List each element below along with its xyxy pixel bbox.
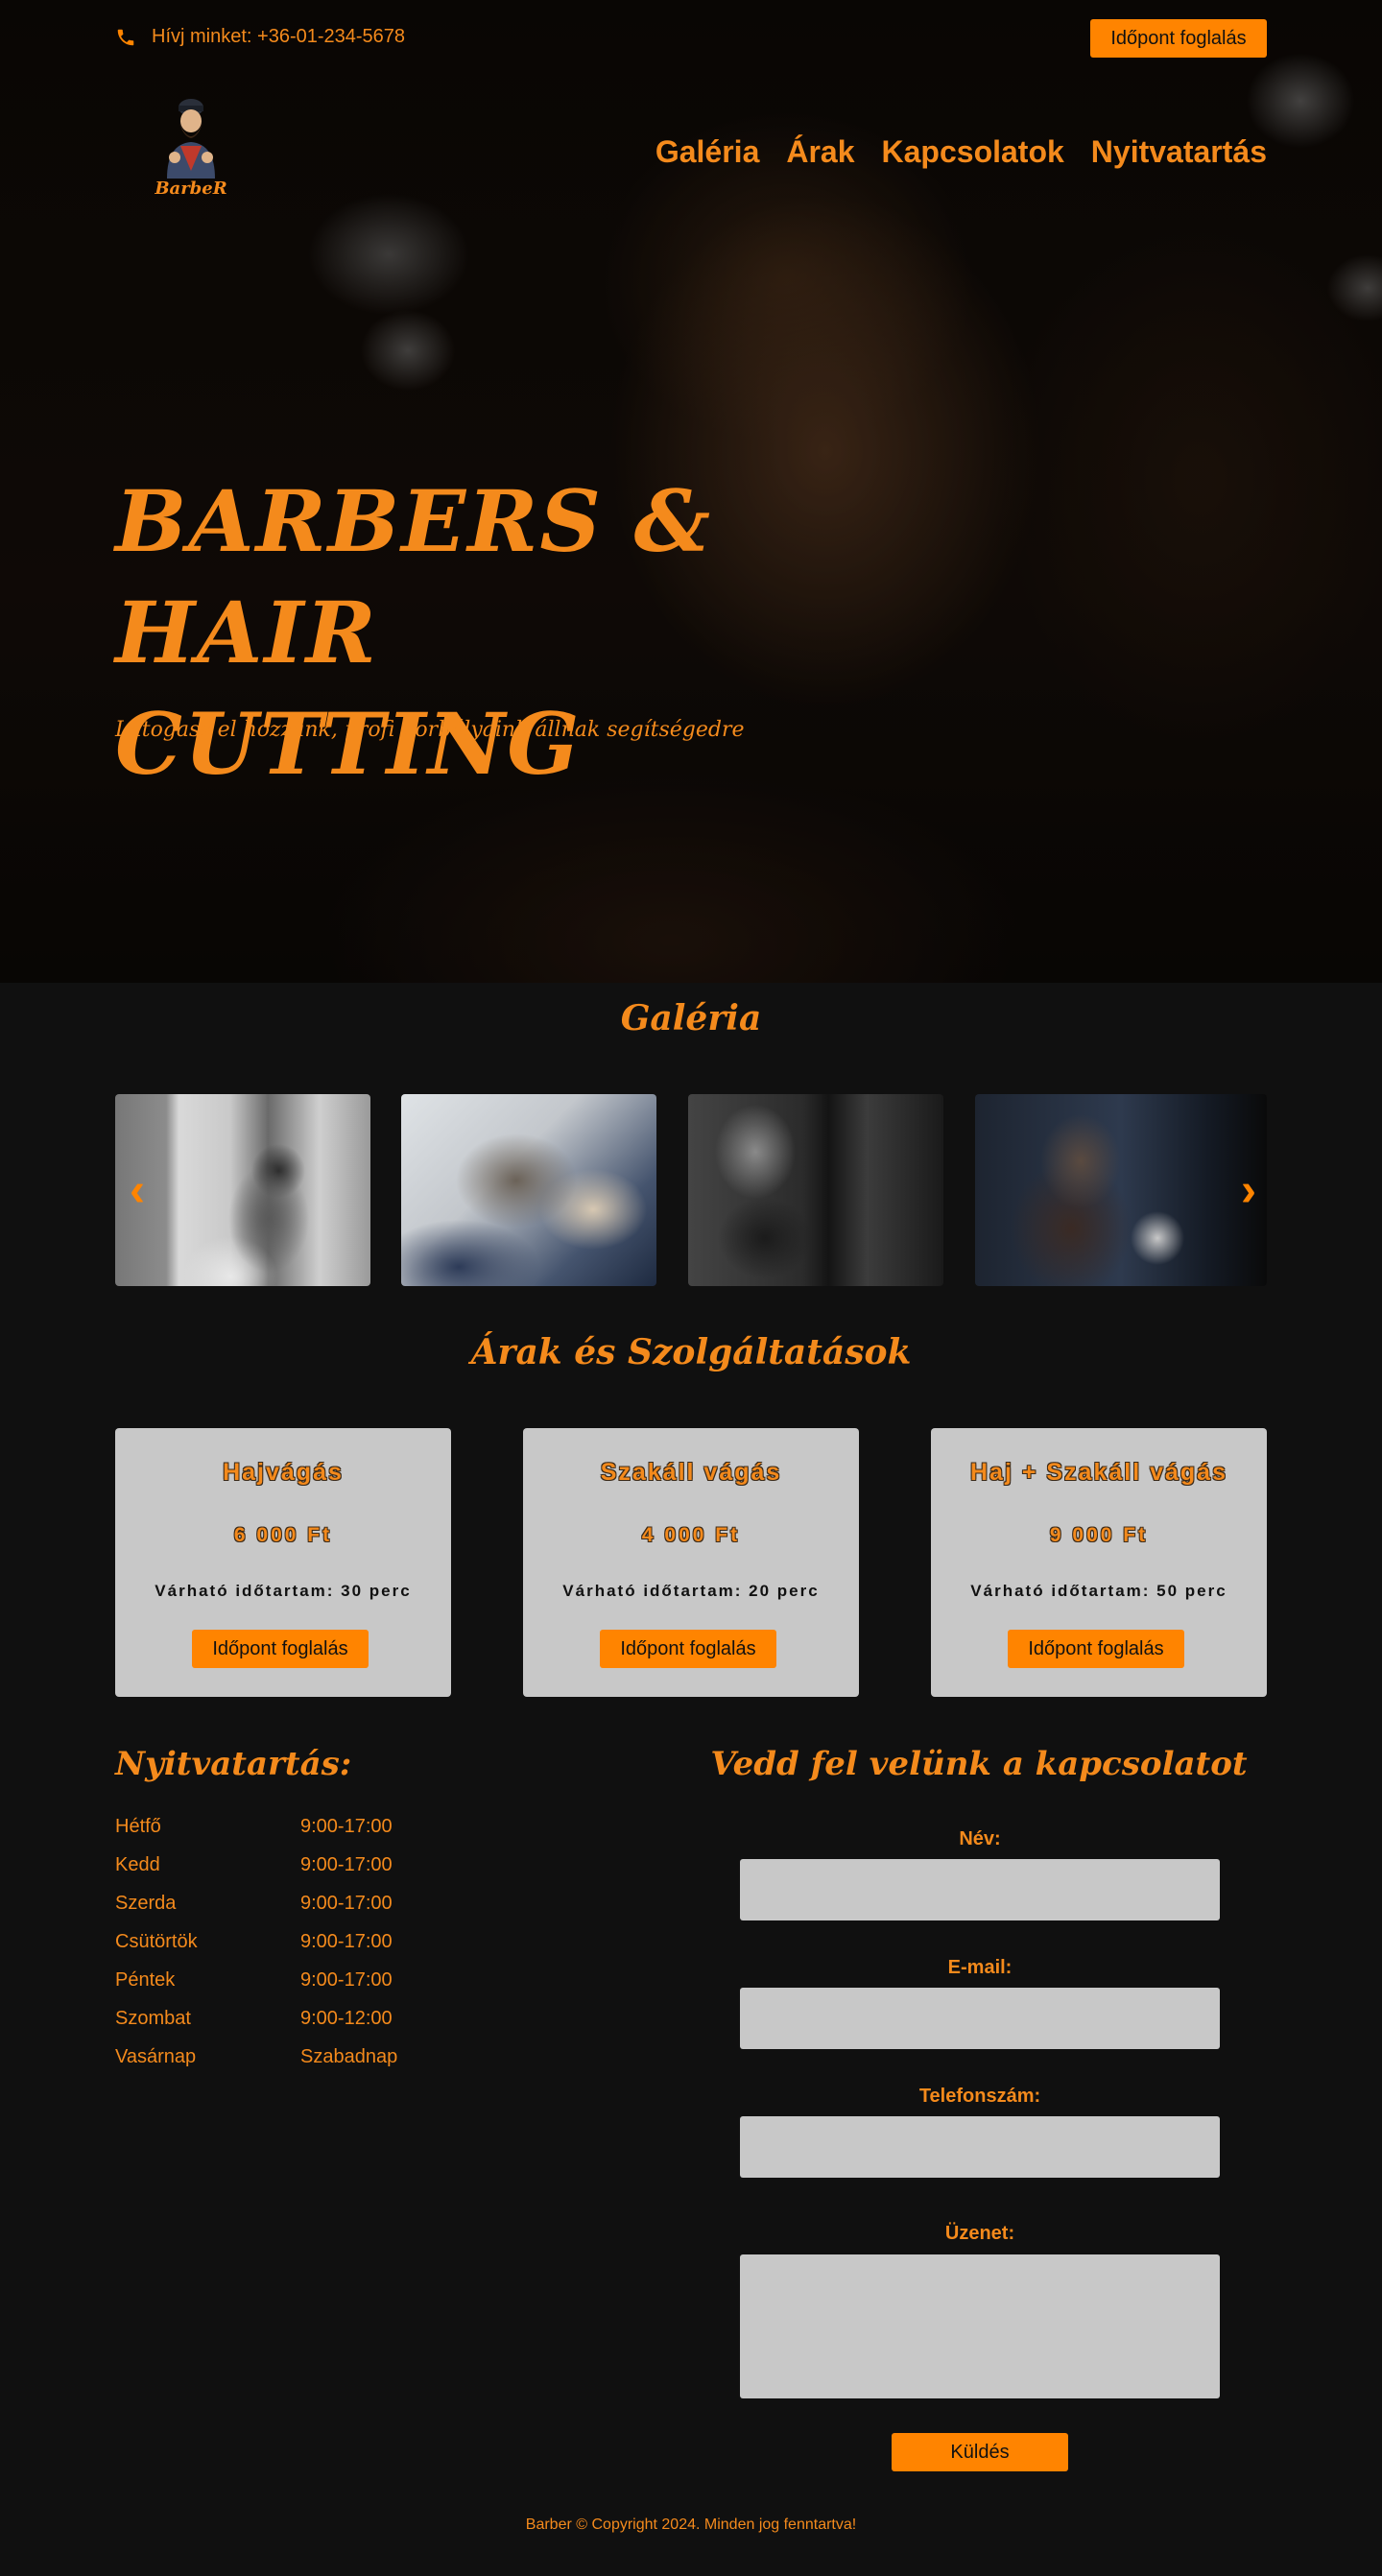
- hours-time: 9:00-12:00: [300, 2008, 393, 2029]
- logo[interactable]: BarbeR: [154, 94, 228, 205]
- phone-label: Telefonszám:: [918, 2086, 1041, 2107]
- logo-text: BarbeR: [155, 179, 227, 199]
- hours-time: Szabadnap: [300, 2046, 398, 2067]
- name-field[interactable]: [740, 1859, 1220, 1920]
- hours-time: 9:00-17:00: [300, 1816, 393, 1837]
- name-label: Név:: [959, 1828, 1001, 1849]
- hours-time: 9:00-17:00: [300, 1931, 393, 1952]
- message-field[interactable]: [740, 2254, 1220, 2398]
- price-card-hajvagas: Hajvágás 6 000 Ft Várható időtartam: 30 …: [115, 1428, 451, 1697]
- hours-row: Hétfő 9:00-17:00: [115, 1816, 499, 1843]
- gallery-image-3[interactable]: [688, 1094, 943, 1286]
- hours-row: Péntek 9:00-17:00: [115, 1969, 499, 1996]
- gallery-image-2[interactable]: [401, 1094, 656, 1286]
- contact-title: Vedd fel velünk a kapcsolatot: [710, 1745, 1248, 1783]
- gallery-title: Galéria: [620, 998, 762, 1038]
- message-label: Üzenet:: [944, 2223, 1015, 2244]
- footer-copyright: Barber © Copyright 2024. Minden jog fenn…: [525, 2516, 857, 2533]
- hours-row: Szerda 9:00-17:00: [115, 1893, 499, 1920]
- chevron-right-icon[interactable]: ›: [1234, 1161, 1263, 1219]
- hours-day: Vasárnap: [115, 2046, 197, 2067]
- card-duration: Várható időtartam: 50 perc: [970, 1582, 1227, 1600]
- card-duration: Várható időtartam: 30 perc: [155, 1582, 412, 1600]
- card-service-name: Haj + Szakáll vágás: [969, 1459, 1227, 1486]
- card-book-button[interactable]: Időpont foglalás: [1008, 1630, 1184, 1668]
- card-book-button[interactable]: Időpont foglalás: [600, 1630, 776, 1668]
- hours-time: 9:00-17:00: [300, 1854, 393, 1875]
- hours-row: Vasárnap Szabadnap: [115, 2046, 499, 2073]
- price-card-szakall: Szakáll vágás 4 000 Ft Várható időtartam…: [523, 1428, 859, 1697]
- barber-logo-icon: [167, 99, 215, 179]
- hours-time: 9:00-17:00: [300, 1893, 393, 1914]
- hero-title: BARBERS & HAIR CUTTING: [115, 465, 806, 799]
- phone-icon: [117, 29, 134, 45]
- price-card-haj-szakall: Haj + Szakáll vágás 9 000 Ft Várható idő…: [931, 1428, 1267, 1697]
- card-service-name: Hajvágás: [223, 1459, 344, 1486]
- hours-day: Szerda: [115, 1893, 177, 1914]
- chevron-left-icon[interactable]: ‹: [123, 1161, 152, 1219]
- gallery-image-4[interactable]: [975, 1094, 1267, 1286]
- card-service-name: Szakáll vágás: [600, 1459, 782, 1486]
- book-appointment-button[interactable]: Időpont foglalás: [1090, 19, 1267, 58]
- hero-title-line2: HAIR CUTTING: [115, 583, 582, 794]
- hero-subtitle: Látogass el hozzánk, profi borbélyaink á…: [115, 718, 745, 742]
- prices-title: Árak és Szolgáltatások: [470, 1332, 912, 1372]
- hours-day: Szombat: [115, 2008, 191, 2029]
- hours-day: Kedd: [115, 1854, 160, 1875]
- hours-day: Csütörtök: [115, 1931, 198, 1952]
- hours-row: Csütörtök 9:00-17:00: [115, 1931, 499, 1958]
- hours-row: Kedd 9:00-17:00: [115, 1854, 499, 1881]
- email-field[interactable]: [740, 1988, 1220, 2049]
- card-price: 6 000 Ft: [233, 1524, 333, 1546]
- nav-item-galeria[interactable]: Galéria: [655, 134, 760, 170]
- phone-text: Hívj minket: +36-01-234-5678: [152, 26, 406, 47]
- phone-contact[interactable]: Hívj minket: +36-01-234-5678: [115, 26, 405, 48]
- hours-day: Hétfő: [115, 1816, 161, 1837]
- card-price: 9 000 Ft: [1049, 1524, 1149, 1546]
- hours-title: Nyitvatartás:: [115, 1745, 352, 1783]
- hours-row: Szombat 9:00-12:00: [115, 2008, 499, 2035]
- email-label: E-mail:: [947, 1957, 1013, 1978]
- gallery-carousel: ‹ ›: [115, 1094, 1267, 1286]
- hours-day: Péntek: [115, 1969, 176, 1991]
- send-button[interactable]: Küldés: [892, 2433, 1068, 2471]
- phone-field[interactable]: [740, 2116, 1220, 2178]
- nav-item-arak[interactable]: Árak: [786, 134, 854, 170]
- card-price: 4 000 Ft: [641, 1524, 741, 1546]
- hours-time: 9:00-17:00: [300, 1969, 393, 1991]
- nav-item-nyitvatartas[interactable]: Nyitvatartás: [1091, 134, 1267, 170]
- card-duration: Várható időtartam: 20 perc: [562, 1582, 820, 1600]
- card-book-button[interactable]: Időpont foglalás: [192, 1630, 369, 1668]
- hero-section: Hívj minket: +36-01-234-5678 Időpont fog…: [0, 0, 1382, 983]
- nav-item-kapcsolatok[interactable]: Kapcsolatok: [882, 134, 1064, 170]
- main-nav: Galéria Árak Kapcsolatok Nyitvatartás: [655, 134, 1267, 170]
- hero-title-line1: BARBERS &: [115, 471, 713, 571]
- gallery-image-1[interactable]: [115, 1094, 370, 1286]
